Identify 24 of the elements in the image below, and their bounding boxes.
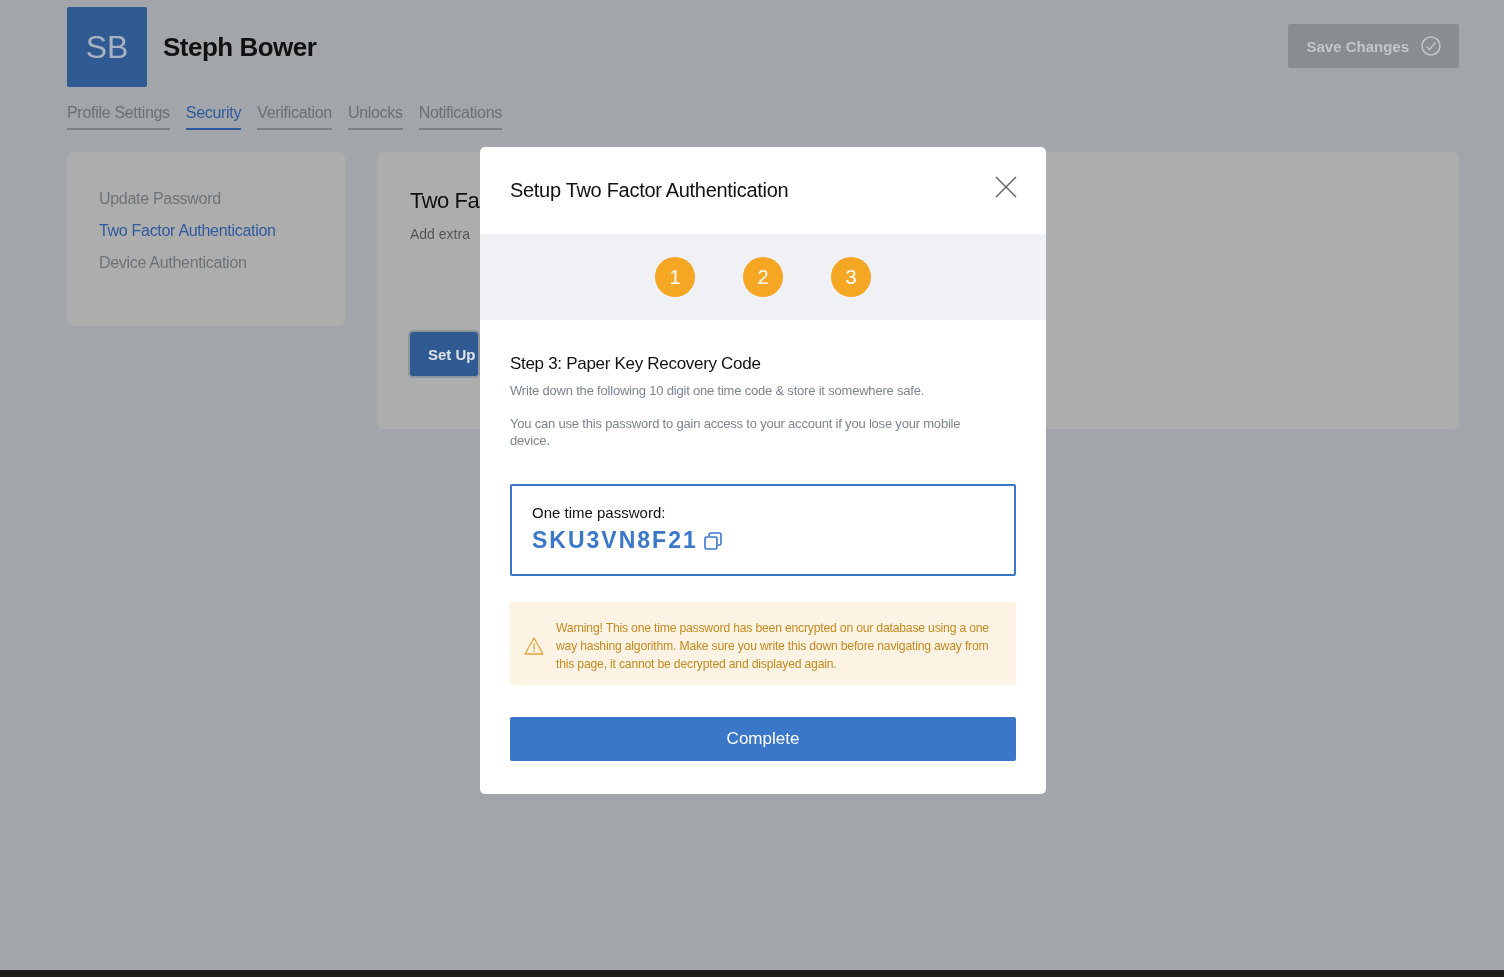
sidebar-item[interactable]: Two Factor Authentication — [99, 222, 345, 240]
step-heading: Step 3: Paper Key Recovery Code — [510, 354, 762, 374]
warning-icon — [524, 637, 544, 655]
user-name: Steph Bower — [163, 31, 317, 63]
instruction-text: You can use this password to gain access to your account if you lose your mobile device. — [510, 415, 962, 449]
step-indicator: 2 — [743, 257, 783, 297]
sidebar-item[interactable]: Update Password — [99, 190, 345, 208]
step-indicator: 3 — [831, 257, 871, 297]
tab[interactable]: Security — [185, 104, 242, 130]
complete-button[interactable]: Complete — [510, 717, 1016, 761]
instruction-text: Write down the following 10 digit one time code & store it somewhere safe. — [510, 382, 926, 399]
panel-description: Add extra — [410, 226, 470, 242]
warning-text: Warning! This one time password has been encrypted on our database using a one way hashing algorithm. Make sure you write this down before navigating away from this page, it cannot be decrypted and displayed again. — [556, 620, 990, 673]
set-up-button[interactable]: Set Up — [410, 332, 478, 376]
one-time-code: SKU3VN8F21 — [532, 527, 698, 554]
step-indicator: 1 — [655, 257, 695, 297]
avatar: SB — [67, 7, 147, 87]
code-label: One time password: — [532, 504, 667, 521]
checkmark-icon — [1421, 36, 1441, 56]
sidebar-item[interactable]: Device Authentication — [99, 254, 345, 272]
panel-title: Two Fa — [410, 188, 480, 214]
modal-title: Setup Two Factor Authentication — [510, 179, 789, 202]
copy-icon[interactable] — [703, 531, 722, 550]
close-icon[interactable] — [994, 174, 1018, 199]
